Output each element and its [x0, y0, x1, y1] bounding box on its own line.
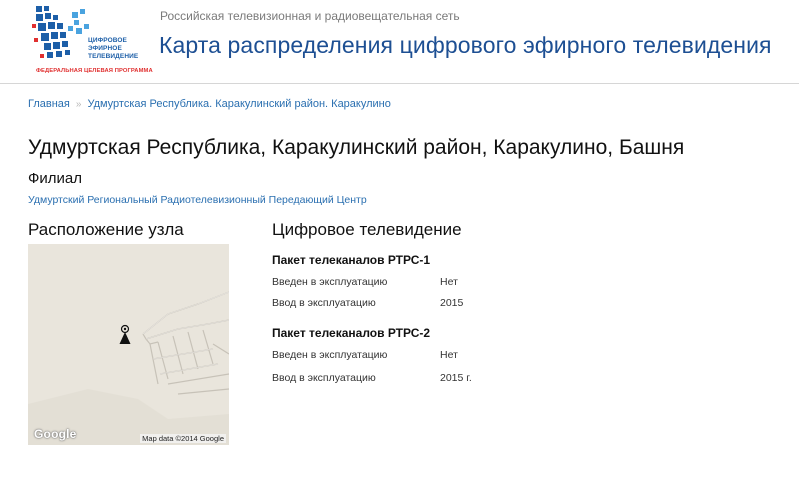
map-attribution[interactable]: Map data ©2014 Google — [140, 434, 226, 443]
location-heading: Расположение узла — [28, 220, 184, 239]
site-header: ЦИФРОВОЕ ЭФИРНОЕ ТЕЛЕВИДЕНИЕ ФЕДЕРАЛЬНАЯ… — [0, 0, 799, 84]
branch-link[interactable]: Удмуртский Региональный Радиотелевизионн… — [28, 194, 367, 206]
package-2-commissioned-label: Введен в эксплуатацию — [272, 349, 388, 361]
package-1-commissioned-label: Введен в эксплуатацию — [272, 276, 388, 288]
package-1-commissioned-value: Нет — [440, 276, 458, 288]
radio-tower-icon[interactable] — [117, 324, 133, 346]
breadcrumb-current-link[interactable]: Удмуртская Республика. Каракулинский рай… — [87, 98, 390, 110]
logo-line-1: ЦИФРОВОЕ — [88, 37, 127, 44]
breadcrumb: Главная » Удмуртская Республика. Каракулин… — [28, 98, 391, 110]
package-1-launch-value: 2015 — [440, 297, 464, 309]
logo-text: ЦИФРОВОЕ ЭФИРНОЕ ТЕЛЕВИДЕНИЕ — [88, 37, 138, 61]
logo-line-2: ЭФИРНОЕ — [88, 45, 122, 52]
logo-subtitle: ФЕДЕРАЛЬНАЯ ЦЕЛЕВАЯ ПРОГРАММА — [36, 68, 153, 74]
location-map[interactable]: Google Map data ©2014 Google — [28, 244, 229, 445]
package-1-launch-label: Ввод в эксплуатацию — [272, 297, 376, 309]
page-title: Удмуртская Республика, Каракулинский рай… — [28, 136, 685, 159]
package-1-title: Пакет телеканалов РТРС-1 — [272, 253, 431, 267]
network-name: Российская телевизионная и радиовещатель… — [160, 9, 460, 23]
package-2-title: Пакет телеканалов РТРС-2 — [272, 326, 431, 340]
package-2-launch-value: 2015 г. — [440, 372, 472, 384]
digital-tv-logo[interactable]: ЦИФРОВОЕ ЭФИРНОЕ ТЕЛЕВИДЕНИЕ ФЕДЕРАЛЬНАЯ… — [30, 4, 153, 78]
google-logo[interactable]: Google — [34, 427, 77, 441]
breadcrumb-separator: » — [75, 99, 82, 110]
breadcrumb-home-link[interactable]: Главная — [28, 98, 70, 110]
branch-label: Филиал — [28, 170, 83, 187]
package-2-commissioned-value: Нет — [440, 349, 458, 361]
package-2-launch-label: Ввод в эксплуатацию — [272, 372, 376, 384]
logo-line-3: ТЕЛЕВИДЕНИЕ — [88, 53, 139, 60]
site-title[interactable]: Карта распределения цифрового эфирного т… — [159, 32, 772, 59]
digital-tv-heading: Цифровое телевидение — [272, 220, 462, 239]
